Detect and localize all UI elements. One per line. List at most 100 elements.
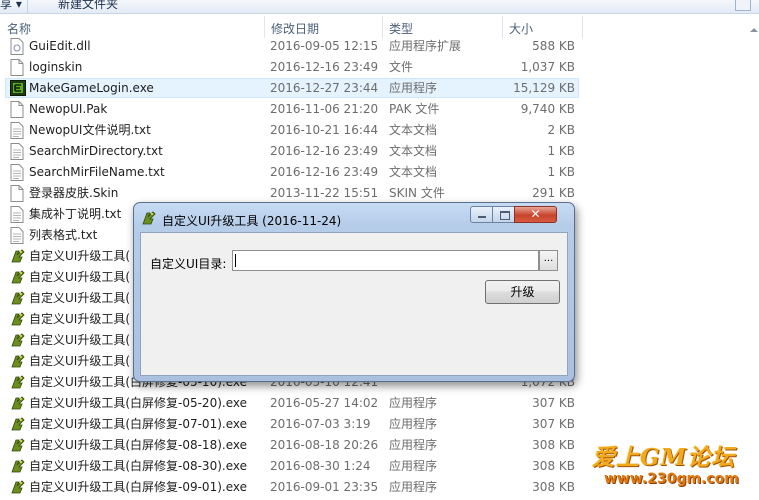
app-dragon-icon xyxy=(10,374,26,391)
app-dragon-icon xyxy=(10,458,26,475)
file-row[interactable]: MakeGameLogin.exe 2016-12-27 23:44 应用程序 15,… xyxy=(0,78,759,99)
text-file-icon xyxy=(10,164,26,181)
browse-button[interactable]: ... xyxy=(539,250,558,271)
file-date: 2016-05-27 14:02 xyxy=(270,396,379,410)
ui-directory-label: 自定义UI目录: xyxy=(150,257,227,271)
dialog-title: 自定义UI升级工具 (2016-11-24) xyxy=(162,214,342,228)
minimize-button[interactable] xyxy=(470,206,493,223)
file-size: 1 KB xyxy=(547,165,575,179)
file-name: SearchMirFileName.txt xyxy=(29,165,165,179)
file-size: 9,740 KB xyxy=(520,102,575,116)
help-icon[interactable] xyxy=(735,0,751,11)
file-name: GuiEdit.dll xyxy=(29,39,91,53)
watermark-url: www.230gm.com xyxy=(604,471,739,487)
new-folder-button[interactable]: 新建文件夹 xyxy=(58,0,118,12)
text-file-icon xyxy=(10,206,26,223)
file-size: 308 KB xyxy=(532,459,575,473)
file-type: SKIN 文件 xyxy=(389,186,445,200)
file-date: 2016-12-16 23:49 xyxy=(270,165,379,179)
file-size: 1 KB xyxy=(547,144,575,158)
column-divider[interactable] xyxy=(582,16,583,38)
app-dragon-icon xyxy=(10,332,26,349)
app-dragon-icon xyxy=(141,210,157,226)
file-date: 2016-07-03 3:19 xyxy=(270,417,371,431)
upgrade-tool-dialog: 自定义UI升级工具 (2016-11-24) ✕ 自定义UI目录: ... 升级 xyxy=(133,202,575,382)
file-type: PAK 文件 xyxy=(389,102,440,116)
file-row[interactable]: NewopUI文件说明.txt 2016-10-21 16:44 文本文档 2 KB xyxy=(0,120,759,141)
exe-green-icon xyxy=(10,80,26,97)
file-name: MakeGameLogin.exe xyxy=(29,81,154,95)
watermark-title: 爱上GM论坛 xyxy=(592,444,736,471)
file-icon xyxy=(10,59,26,76)
file-row[interactable]: 自定义UI升级工具(白屏修复-05-20).exe 2016-05-27 14:0… xyxy=(0,393,759,414)
file-date: 2016-09-05 12:15 xyxy=(270,39,379,53)
file-name: SearchMirDirectory.txt xyxy=(29,144,163,158)
minimize-icon xyxy=(478,216,486,218)
file-name: 登录器皮肤.Skin xyxy=(29,186,119,200)
app-dragon-icon xyxy=(10,290,26,307)
file-type: 应用程序 xyxy=(389,81,438,95)
dialog-client-area: 自定义UI目录: ... 升级 xyxy=(140,232,568,376)
file-row[interactable]: SearchMirDirectory.txt 2016-12-16 23:49 文本… xyxy=(0,141,759,162)
share-menu[interactable]: 享 ▾ xyxy=(0,0,22,12)
file-type: 应用程序 xyxy=(389,396,438,410)
file-size: 15,129 KB xyxy=(513,81,575,95)
file-date: 2016-09-01 23:35 xyxy=(270,480,379,494)
file-type: 文本文档 xyxy=(389,165,438,179)
file-date: 2016-12-27 23:44 xyxy=(270,81,379,95)
file-type: 应用程序 xyxy=(389,417,438,431)
file-row[interactable]: loginskin 2016-12-16 23:49 文件 1,037 KB xyxy=(0,57,759,78)
maximize-button[interactable] xyxy=(492,206,515,223)
file-type: 应用程序扩展 xyxy=(389,39,462,53)
file-icon xyxy=(10,101,26,118)
file-type: 文件 xyxy=(389,60,414,74)
file-row[interactable]: 登录器皮肤.Skin 2013-11-22 15:51 SKIN 文件 291 KB xyxy=(0,183,759,204)
ui-directory-input[interactable] xyxy=(232,250,539,271)
file-date: 2016-11-06 21:20 xyxy=(270,102,379,116)
app-dragon-icon xyxy=(10,395,26,412)
app-dragon-icon xyxy=(10,353,26,370)
close-button[interactable]: ✕ xyxy=(514,206,557,223)
file-date: 2016-12-16 23:49 xyxy=(270,144,379,158)
file-name: NewopUI.Pak xyxy=(29,102,108,116)
file-name: loginskin xyxy=(29,60,83,74)
app-dragon-icon xyxy=(10,248,26,265)
file-size: 308 KB xyxy=(532,438,575,452)
explorer-toolbar: 享 ▾ 新建文件夹 xyxy=(0,0,759,14)
maximize-icon xyxy=(500,211,510,220)
dll-icon xyxy=(10,38,26,55)
file-name: 自定义UI升级工具(白屏修复-05-20).exe xyxy=(29,396,247,410)
file-row[interactable]: SearchMirFileName.txt 2016-12-16 23:49 文本文… xyxy=(0,162,759,183)
file-type: 文本文档 xyxy=(389,144,438,158)
file-date: 2016-08-30 1:24 xyxy=(270,459,371,473)
file-name: 自定义UI升级工具(白屏修复-08-30).exe xyxy=(29,459,247,473)
app-dragon-icon xyxy=(10,269,26,286)
file-type: 应用程序 xyxy=(389,480,438,494)
toolbar-divider xyxy=(27,0,28,13)
file-size: 308 KB xyxy=(532,480,575,494)
file-type: 文本文档 xyxy=(389,123,438,137)
file-type: 应用程序 xyxy=(389,438,438,452)
text-file-icon xyxy=(10,122,26,139)
upgrade-button[interactable]: 升级 xyxy=(485,280,560,304)
app-dragon-icon xyxy=(10,437,26,454)
text-file-icon xyxy=(10,143,26,160)
app-dragon-icon xyxy=(10,416,26,433)
file-row[interactable]: 自定义UI升级工具(白屏修复-07-01).exe 2016-07-03 3:19… xyxy=(0,414,759,435)
file-size: 291 KB xyxy=(532,186,575,200)
file-row[interactable]: GuiEdit.dll 2016-09-05 12:15 应用程序扩展 588 KB xyxy=(0,36,759,57)
text-caret xyxy=(235,254,236,267)
file-date: 2016-12-16 23:49 xyxy=(270,60,379,74)
file-type: 应用程序 xyxy=(389,459,438,473)
file-size: 307 KB xyxy=(532,417,575,431)
file-size: 1,037 KB xyxy=(520,60,575,74)
chevron-up-icon[interactable] xyxy=(750,28,758,32)
file-row[interactable]: NewopUI.Pak 2016-11-06 21:20 PAK 文件 9,740 K… xyxy=(0,99,759,120)
app-dragon-icon xyxy=(10,479,26,496)
close-icon: ✕ xyxy=(530,207,541,221)
file-icon xyxy=(10,185,26,202)
file-name: 自定义UI升级工具(白屏修复-07-01).exe xyxy=(29,417,247,431)
file-date: 2016-10-21 16:44 xyxy=(270,123,379,137)
file-size: 588 KB xyxy=(532,39,575,53)
app-dragon-icon xyxy=(10,311,26,328)
